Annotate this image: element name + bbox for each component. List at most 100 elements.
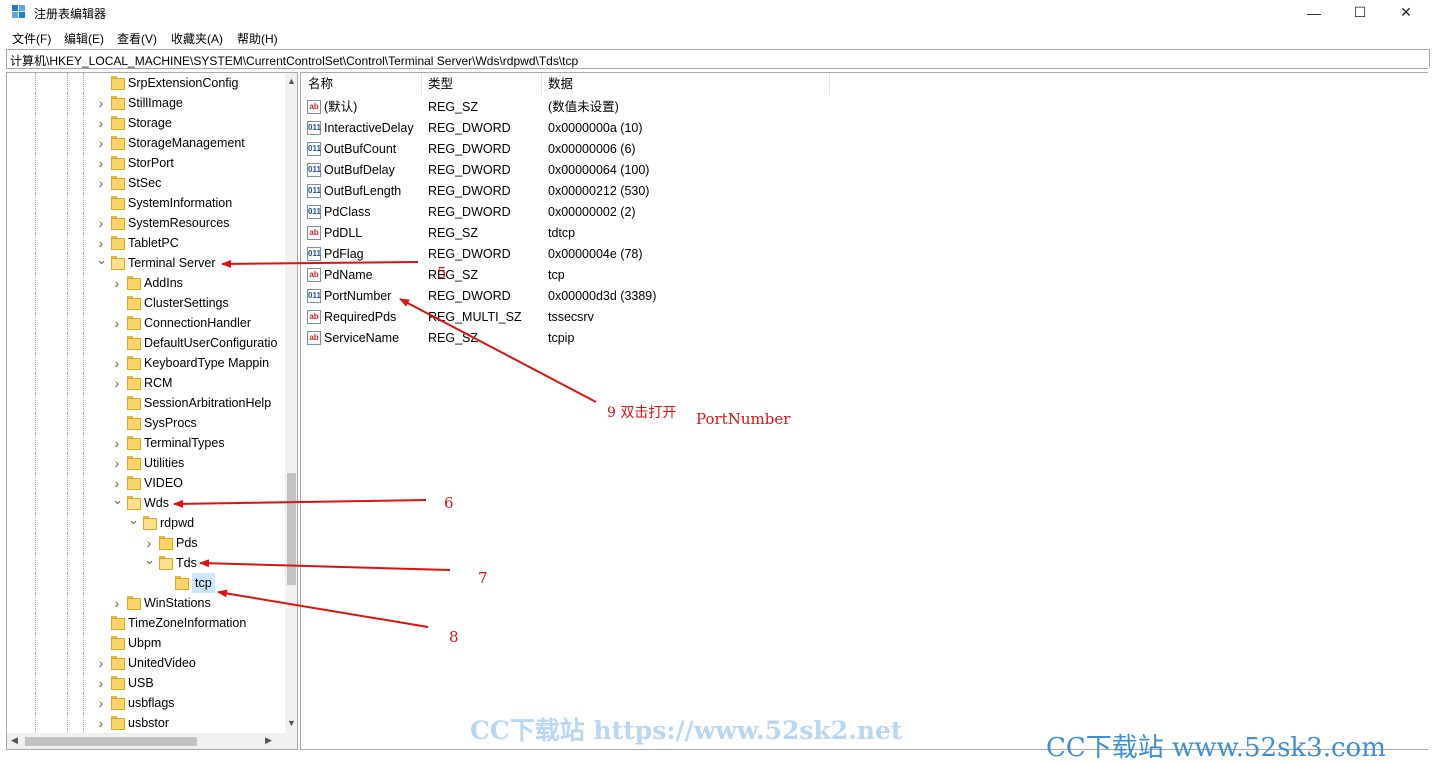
tree-node[interactable]: › StorPort [7, 153, 285, 173]
menu-favorites[interactable]: 收藏夹(A) [171, 30, 223, 47]
tree-node-label[interactable]: VIDEO [144, 473, 183, 493]
chevron-right-icon[interactable]: › [96, 693, 106, 713]
tree-horizontal-scroll-thumb[interactable] [25, 737, 197, 746]
value-row[interactable]: ab RequiredPds REG_MULTI_SZ tssecsrv [301, 307, 1001, 328]
tree-horizontal-scrollbar[interactable]: ◀ ▶ [7, 733, 297, 749]
tree-node[interactable]: › StillImage [7, 93, 285, 113]
tree-node[interactable]: › TabletPC [7, 233, 285, 253]
chevron-right-icon[interactable]: › [96, 233, 106, 253]
chevron-right-icon[interactable]: › [112, 433, 122, 453]
tree-node[interactable]: ⌄ rdpwd [7, 513, 285, 533]
tree-node-label[interactable]: SessionArbitrationHelp [144, 393, 271, 413]
tree-node-label[interactable]: SystemInformation [128, 193, 232, 213]
tree-node-label[interactable]: WinStations [144, 593, 211, 613]
tree-node-label[interactable]: KeyboardType Mappin [144, 353, 269, 373]
chevron-right-icon[interactable]: › [112, 593, 122, 613]
menu-view[interactable]: 查看(V) [117, 30, 157, 47]
tree-node[interactable]: › USB [7, 673, 285, 693]
tree-node-label[interactable]: Utilities [144, 453, 184, 473]
tree-node[interactable]: › UnitedVideo [7, 653, 285, 673]
value-row[interactable]: 011 OutBufDelay REG_DWORD 0x00000064 (100) [301, 160, 1001, 181]
chevron-down-icon[interactable]: ⌄ [112, 493, 123, 513]
tree-node-label[interactable]: StorPort [128, 153, 174, 173]
value-row[interactable]: ab PdDLL REG_SZ tdtcp [301, 223, 1001, 244]
tree-node-label[interactable]: usbstor [128, 713, 169, 733]
tree-vertical-scrollbar[interactable]: ▲ ▼ [285, 73, 297, 733]
tree-node-label[interactable]: StillImage [128, 93, 183, 113]
chevron-down-icon[interactable]: ⌄ [96, 253, 107, 273]
tree-node[interactable]: tcp [7, 573, 285, 593]
tree-node-label[interactable]: TimeZoneInformation [128, 613, 246, 633]
scroll-up-icon[interactable]: ▲ [287, 76, 296, 86]
tree-node-label[interactable]: ClusterSettings [144, 293, 229, 313]
tree-node[interactable]: Ubpm [7, 633, 285, 653]
chevron-down-icon[interactable]: ⌄ [144, 553, 155, 573]
tree-node[interactable]: ⌄ Tds [7, 553, 285, 573]
chevron-right-icon[interactable]: › [112, 373, 122, 393]
chevron-right-icon[interactable]: › [96, 713, 106, 733]
tree-node[interactable]: › AddIns [7, 273, 285, 293]
chevron-right-icon[interactable]: › [96, 153, 106, 173]
tree-node[interactable]: › VIDEO [7, 473, 285, 493]
chevron-right-icon[interactable]: › [144, 533, 154, 553]
tree-node-label[interactable]: SystemResources [128, 213, 229, 233]
tree-node[interactable]: › Utilities [7, 453, 285, 473]
value-row[interactable]: ab ServiceName REG_SZ tcpip [301, 328, 1001, 349]
tree-node-label[interactable]: ConnectionHandler [144, 313, 251, 333]
tree-vertical-scroll-thumb[interactable] [287, 473, 296, 585]
column-divider[interactable] [421, 73, 422, 95]
chevron-right-icon[interactable]: › [112, 473, 122, 493]
chevron-right-icon[interactable]: › [96, 93, 106, 113]
tree-node[interactable]: › RCM [7, 373, 285, 393]
chevron-right-icon[interactable]: › [96, 673, 106, 693]
tree-node-label[interactable]: SysProcs [144, 413, 197, 433]
tree-node-label[interactable]: AddIns [144, 273, 183, 293]
tree-node[interactable]: ⌄ Wds [7, 493, 285, 513]
tree-node[interactable]: › usbflags [7, 693, 285, 713]
value-row[interactable]: ab (默认) REG_SZ (数值未设置) [301, 97, 1001, 118]
tree-node-label[interactable]: Ubpm [128, 633, 161, 653]
tree-node[interactable]: SrpExtensionConfig [7, 73, 285, 93]
value-row[interactable]: 011 OutBufCount REG_DWORD 0x00000006 (6) [301, 139, 1001, 160]
menu-help[interactable]: 帮助(H) [237, 30, 278, 47]
value-row[interactable]: 011 PdFlag REG_DWORD 0x0000004e (78) [301, 244, 1001, 265]
tree-node-label[interactable]: Terminal Server [128, 253, 216, 273]
chevron-right-icon[interactable]: › [96, 653, 106, 673]
tree-node-label[interactable]: TerminalTypes [144, 433, 225, 453]
menu-edit[interactable]: 编辑(E) [64, 30, 104, 47]
chevron-right-icon[interactable]: › [112, 453, 122, 473]
address-path[interactable]: 计算机\HKEY_LOCAL_MACHINE\SYSTEM\CurrentCon… [10, 52, 578, 69]
tree-node-label[interactable]: RCM [144, 373, 172, 393]
address-bar[interactable]: 计算机\HKEY_LOCAL_MACHINE\SYSTEM\CurrentCon… [6, 49, 1430, 69]
tree-node-label[interactable]: UnitedVideo [128, 653, 196, 673]
tree-node-label[interactable]: TabletPC [128, 233, 179, 253]
tree-node[interactable]: › KeyboardType Mappin [7, 353, 285, 373]
tree-node[interactable]: › StorageManagement [7, 133, 285, 153]
scroll-left-icon[interactable]: ◀ [11, 735, 18, 746]
tree-node-label[interactable]: StorageManagement [128, 133, 245, 153]
value-row[interactable]: 011 InteractiveDelay REG_DWORD 0x0000000a (… [301, 118, 1001, 139]
tree-node[interactable]: SystemInformation [7, 193, 285, 213]
chevron-right-icon[interactable]: › [112, 353, 122, 373]
tree-node[interactable]: › TerminalTypes [7, 433, 285, 453]
minimize-button[interactable]: — [1291, 0, 1337, 25]
column-divider[interactable] [829, 73, 830, 95]
column-header-name[interactable]: 名称 [308, 73, 333, 95]
tree-node[interactable]: › StSec [7, 173, 285, 193]
tree-node-label[interactable]: Storage [128, 113, 172, 133]
value-row[interactable]: ab PdName REG_SZ tcp [301, 265, 1001, 286]
tree-node-label[interactable]: SrpExtensionConfig [128, 73, 238, 93]
tree-node[interactable]: › ConnectionHandler [7, 313, 285, 333]
maximize-button[interactable]: ☐ [1337, 0, 1383, 25]
tree-node-label[interactable]: usbflags [128, 693, 175, 713]
chevron-right-icon[interactable]: › [96, 113, 106, 133]
tree-node[interactable]: › Pds [7, 533, 285, 553]
tree-node[interactable]: TimeZoneInformation [7, 613, 285, 633]
chevron-right-icon[interactable]: › [96, 173, 106, 193]
chevron-right-icon[interactable]: › [112, 313, 122, 333]
registry-values-pane[interactable]: 名称 类型 数据 ab (默认) REG_SZ (数值未设置) 011 Interacti… [300, 72, 1430, 750]
value-row[interactable]: 011 PdClass REG_DWORD 0x00000002 (2) [301, 202, 1001, 223]
column-divider[interactable] [541, 73, 542, 95]
tree-node-label[interactable]: USB [128, 673, 154, 693]
registry-tree-pane[interactable]: › usbstor › usbflags › USB › UnitedVideo Ubpm Tim… [6, 72, 298, 750]
